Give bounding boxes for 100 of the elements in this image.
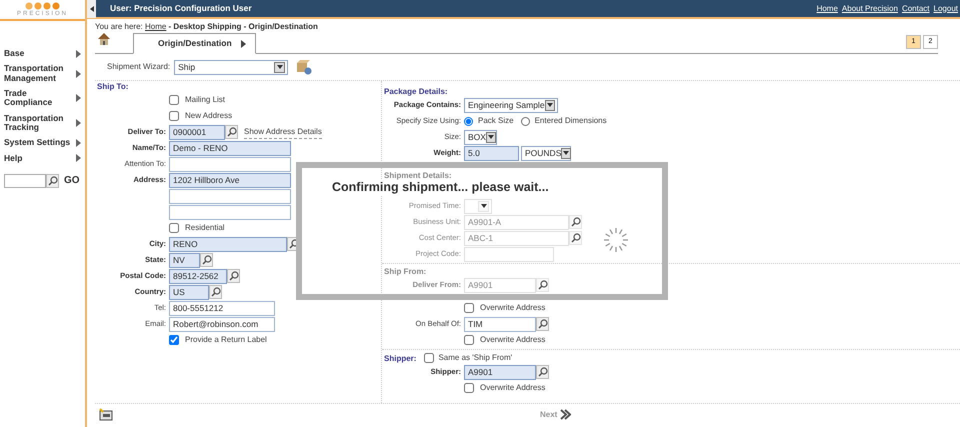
select-field[interactable]: Ship [174,60,288,74]
checkbox[interactable] [169,95,179,105]
section-title: Ship From: [382,266,426,277]
caret-icon [546,101,554,109]
caret-icon [276,63,284,71]
search-icon [210,287,220,297]
checkbox-label: Provide a Return Label [185,334,267,346]
section-title: Ship To: [96,81,130,92]
input-field[interactable]: Demo - RENO [169,140,291,156]
input-field[interactable]: 89512-2562 [169,268,227,284]
search-icon [226,127,236,137]
input-field[interactable]: 5.0 [464,146,519,160]
search-button[interactable] [536,365,549,379]
sidebar-item[interactable]: Transportation Management [4,64,81,84]
search-icon [570,217,580,227]
header-link[interactable]: Contact [902,2,930,14]
header-link[interactable]: Logout [934,2,958,14]
search-icon [48,176,58,186]
radio-label: Entered Dimensions [534,115,607,127]
arrow-icon [76,70,81,78]
checkbox[interactable] [169,111,179,121]
header-link[interactable]: About Precision [842,2,898,14]
search-icon [538,319,548,329]
section-title: Package Details: [383,86,448,97]
arrow-icon [76,94,81,102]
package-icon [296,59,312,75]
sidebar-item[interactable]: System Settings [4,138,81,148]
radio-button[interactable] [520,116,530,126]
input-field[interactable] [169,156,291,172]
input-field[interactable]: US [169,284,209,300]
checkbox-label: Overwrite Address [480,334,546,346]
logo-dots-icon [25,2,60,10]
field-label: Shipment Wizard: [107,61,170,73]
checkbox[interactable] [169,335,179,345]
radio-button[interactable] [464,116,473,126]
select-field[interactable]: BOX [464,130,497,144]
search-button[interactable] [227,269,240,283]
checkbox[interactable] [464,383,474,393]
input-field[interactable] [169,204,291,220]
search-icon [570,233,580,243]
input-field[interactable]: 800-5551212 [169,300,275,316]
checkbox-label: Residential [185,222,225,234]
input-field[interactable]: 1202 Hillboro Ave [169,172,291,188]
label-icon [99,408,113,422]
checkbox[interactable] [169,223,179,233]
select-field[interactable] [464,198,492,214]
checkbox[interactable] [424,353,434,363]
sidebar-item[interactable]: Base [4,49,81,58]
details-link[interactable]: Show Address Details [244,126,322,138]
select-field[interactable]: POUNDS [521,146,571,160]
caret-icon [486,133,495,141]
breadcrumb-link[interactable]: Home [144,22,166,31]
checkbox-label: Overwrite Address [480,382,546,394]
input-field[interactable]: 0900001 [169,124,225,140]
header-link[interactable]: Home [816,2,838,14]
search-button[interactable] [46,174,59,188]
input-field[interactable] [169,188,291,204]
section-title: Shipment Details: [382,170,452,181]
radio-label: Pack Size [478,115,514,127]
arrow-icon [88,4,94,12]
checkbox[interactable] [464,335,474,345]
input-field[interactable]: TIM [464,316,536,332]
input-field[interactable]: Robert@robinson.com [169,316,275,332]
search-icon [228,271,238,281]
search-field[interactable] [4,174,46,188]
caret-icon [480,202,488,210]
search-icon [538,367,548,377]
section-title: Shipper: [383,352,416,364]
search-button[interactable] [536,317,549,331]
sidebar-item[interactable]: Transportation Tracking [4,114,81,132]
sidebar-item[interactable]: Help [4,154,81,164]
search-button[interactable] [200,253,213,267]
caret-icon [562,149,570,157]
search-icon [202,255,212,265]
checkbox-label: Overwrite Address [480,302,546,314]
input-field[interactable]: RENO [169,236,287,252]
double-chevron-icon [560,409,572,420]
checkbox-label: Same as 'Ship From' [438,352,512,364]
arrow-icon [240,38,247,49]
go-button[interactable]: GO [64,173,80,188]
checkbox-label: New Address [185,110,232,122]
arrow-icon [76,50,81,58]
search-button[interactable] [225,125,238,139]
search-button[interactable] [209,285,222,299]
checkbox[interactable] [464,303,474,313]
input-field[interactable]: NV [169,252,200,268]
arrow-icon [76,119,81,128]
checkbox-label: Mailing List [185,94,226,106]
collapse-button[interactable] [87,0,96,18]
sidebar-item[interactable]: Trade Compliance [4,89,81,108]
select-field[interactable]: Engineering Sample [464,98,558,112]
home-icon [97,32,111,46]
tab[interactable]: Origin/Destination [133,33,256,54]
breadcrumb: You are here: Home - Desktop Shipping - Origin/Destination [95,21,319,33]
loading-spinner-icon [602,226,630,254]
search-icon [288,239,298,249]
search-icon [538,280,548,290]
loading-message: Confirming shipment... please wait... [330,180,551,195]
input-field[interactable]: A9901 [464,364,536,380]
user-name: User: Precision Configuration User [110,2,252,15]
